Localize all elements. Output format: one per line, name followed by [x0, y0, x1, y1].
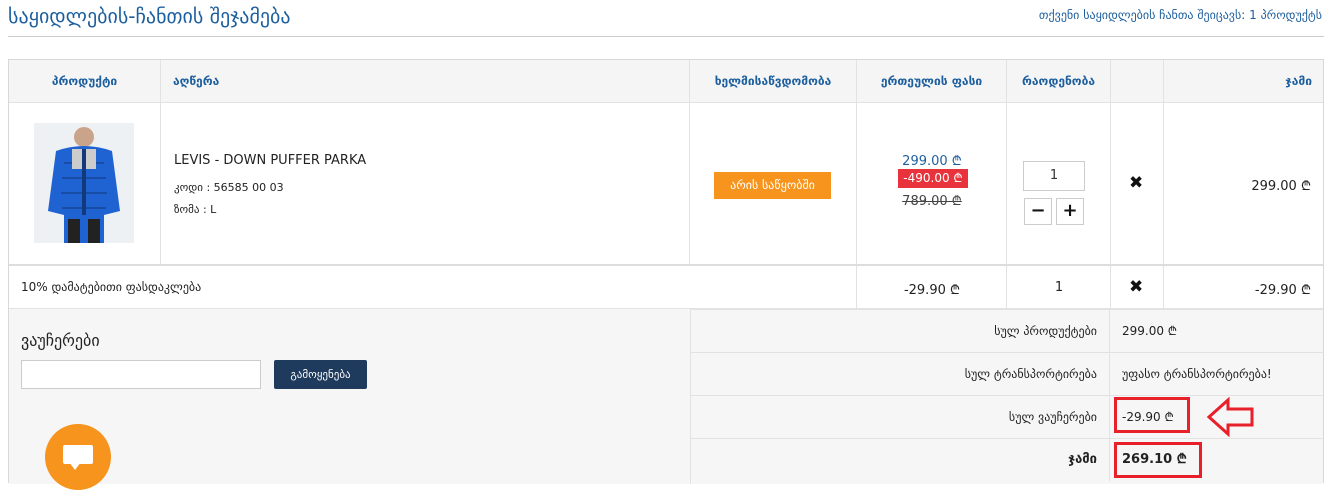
product-name[interactable]: LEVIS - DOWN PUFFER PARKA: [174, 153, 366, 168]
discount-unit-price: -29.90 ₾: [903, 283, 961, 298]
cart-info-count: 1: [1249, 8, 1257, 22]
header-unit-price: ერთეულის ფასი: [857, 60, 1007, 103]
header-total: ჯამი: [1285, 74, 1312, 88]
remove-icon[interactable]: ✖: [1129, 173, 1143, 193]
header-quantity: რაოდენობა: [1007, 60, 1111, 103]
voucher-input[interactable]: [21, 360, 261, 389]
apply-voucher-button[interactable]: გამოყენება: [274, 360, 367, 389]
cart-info: თქვენი საყიდლების ჩანთა შეიცავს: 1 პროდუ…: [1039, 8, 1322, 22]
table-row-discount: 10% დამატებითი ფასდაკლება -29.90 ₾ 1 ✖ -…: [9, 266, 1323, 309]
discount-total: -29.90 ₾: [1254, 283, 1311, 298]
chat-icon[interactable]: [45, 424, 111, 490]
summary-shipping-label: სულ ტრანსპორტირება: [691, 353, 1110, 395]
chat-bubble-tail: [69, 462, 81, 470]
discount-quantity: 1: [1054, 280, 1064, 295]
table-header-row: პროდუქტი აღწერა ხელმისაწვდომობა ერთეულის…: [9, 60, 1323, 103]
cart-info-suffix: პროდუქტს: [1260, 8, 1322, 22]
product-image-cell: [9, 103, 161, 264]
summary-shipping-value: უფასო ტრანსპორტირება!: [1122, 367, 1272, 381]
header-remove: [1111, 60, 1164, 103]
line-total: 299.00 ₾: [1251, 179, 1311, 194]
product-code: კოდი : 56585 00 03: [174, 181, 284, 194]
product-image[interactable]: [34, 123, 134, 243]
summary-total-label: ჯამი: [691, 439, 1110, 481]
price-discount-badge: -490.00 ₾: [898, 169, 968, 188]
discount-label: 10% დამატებითი ფასდაკლება: [21, 280, 202, 294]
product-size: ზომა : L: [174, 203, 217, 216]
quantity-increase-button[interactable]: +: [1056, 198, 1084, 225]
header-availability: ხელმისაწვდომობა: [690, 60, 857, 103]
price-old: 789.00 ₾: [902, 194, 962, 209]
vouchers-title: ვაუჩერები: [21, 331, 100, 350]
vouchers-highlight-box: [1114, 397, 1190, 433]
arrow-left-icon: [1206, 396, 1256, 441]
summary-row-total: ჯამი 269.10 ₾: [690, 438, 1324, 484]
remove-icon[interactable]: ✖: [1129, 277, 1143, 297]
summary-products-value: 299.00 ₾: [1122, 324, 1178, 338]
price-new: 299.00 ₾: [902, 154, 962, 169]
header-description: აღწერა: [161, 60, 690, 103]
header-product: პროდუქტი: [9, 60, 161, 103]
in-stock-badge: არის საწყობში: [714, 172, 831, 199]
total-highlight-box: [1114, 442, 1202, 478]
divider: [8, 36, 1324, 37]
page-title: საყიდლების-ჩანთის შეჯამება: [8, 4, 291, 28]
quantity-decrease-button[interactable]: −: [1024, 198, 1052, 225]
quantity-input[interactable]: 1: [1023, 161, 1085, 191]
table-row: LEVIS - DOWN PUFFER PARKA კოდი : 56585 0…: [9, 103, 1323, 266]
summary-row-shipping: სულ ტრანსპორტირება უფასო ტრანსპორტირება!: [690, 352, 1324, 395]
summary-products-label: სულ პროდუქტები: [691, 310, 1110, 352]
cart-info-prefix: თქვენი საყიდლების ჩანთა შეიცავს:: [1038, 8, 1246, 22]
summary-row-products: სულ პროდუქტები 299.00 ₾: [690, 309, 1324, 352]
summary-vouchers-label: სულ ვაუჩერები: [691, 396, 1110, 438]
